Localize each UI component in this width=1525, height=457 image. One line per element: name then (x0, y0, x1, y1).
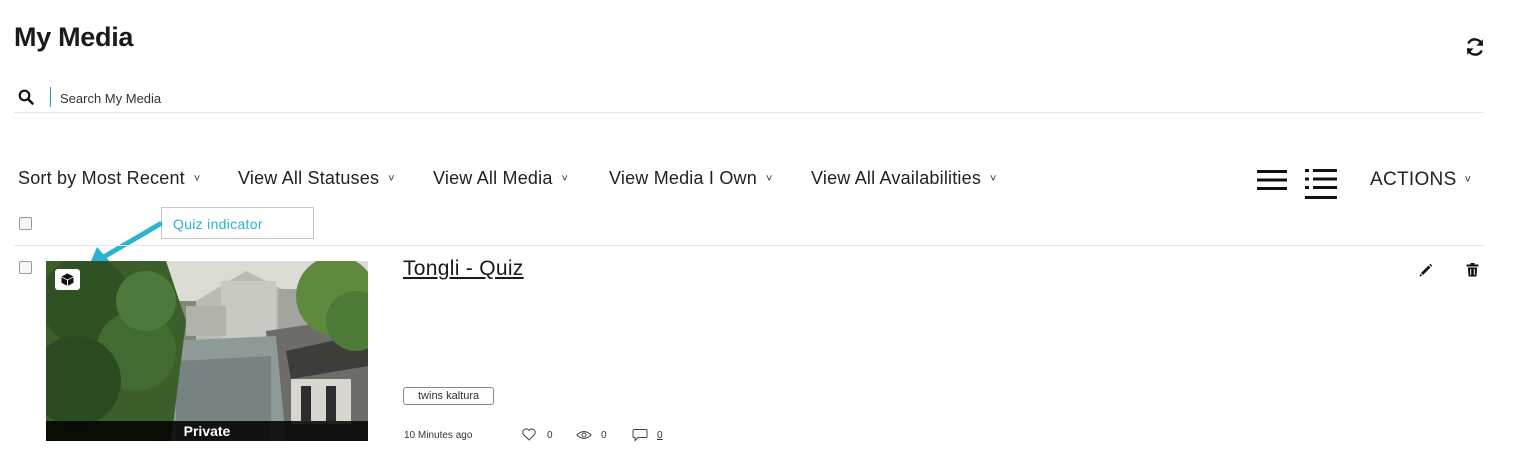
chevron-down-icon: ˅ (1464, 174, 1472, 186)
comments-count-link[interactable]: 0 (657, 430, 663, 441)
chevron-down-icon: ˅ (193, 173, 201, 185)
media-thumbnail[interactable]: Private (46, 261, 368, 441)
detailed-list-view-icon[interactable] (1304, 168, 1338, 200)
thumbnail-image (46, 261, 368, 441)
media-type-filter-dropdown[interactable]: View All Media ˅ (433, 168, 568, 189)
quiz-cube-icon (61, 273, 74, 286)
upload-time: 10 Minutes ago (404, 430, 473, 441)
status-filter-dropdown[interactable]: View All Statuses ˅ (238, 168, 395, 189)
status-badge: Private (46, 421, 368, 441)
media-title-link[interactable]: Tongli - Quiz (403, 257, 524, 281)
sort-dropdown-label: Sort by Most Recent (18, 168, 185, 188)
availability-filter-dropdown[interactable]: View All Availabilities ˅ (811, 168, 997, 189)
chevron-down-icon: ˅ (990, 173, 997, 185)
actions-menu[interactable]: ACTIONS ˅ (1370, 169, 1471, 191)
search-input[interactable] (60, 87, 960, 109)
availability-filter-label: View All Availabilities (811, 168, 982, 188)
chevron-down-icon: ˅ (765, 173, 773, 185)
actions-menu-label: ACTIONS (1370, 169, 1457, 190)
tag-chip[interactable]: twins kaltura (403, 387, 495, 405)
search-icon[interactable] (18, 89, 34, 105)
sort-dropdown[interactable]: Sort by Most Recent ˅ (18, 168, 201, 189)
eye-icon (576, 431, 592, 439)
owner-filter-dropdown[interactable]: View Media I Own ˅ (609, 168, 773, 189)
edit-icon[interactable] (1419, 263, 1433, 277)
compact-list-view-icon[interactable] (1256, 169, 1288, 191)
heart-icon[interactable] (522, 428, 536, 441)
refresh-icon[interactable] (1464, 36, 1486, 58)
views-count: 0 (601, 430, 607, 441)
likes-count: 0 (547, 430, 553, 441)
row-divider (14, 245, 1484, 246)
status-filter-label: View All Statuses (238, 168, 380, 188)
quiz-badge (55, 269, 80, 290)
quiz-indicator-callout: Quiz indicator (161, 207, 314, 239)
search-divider (50, 87, 51, 107)
delete-icon[interactable] (1466, 263, 1479, 277)
chevron-down-icon: ˅ (561, 173, 569, 185)
page-title: My Media (14, 22, 134, 52)
select-all-checkbox[interactable] (19, 217, 32, 230)
row-select-checkbox[interactable] (19, 261, 32, 274)
comment-icon[interactable] (632, 428, 648, 442)
owner-filter-label: View Media I Own (609, 168, 757, 188)
search-bar (14, 84, 1484, 113)
media-type-filter-label: View All Media (433, 168, 553, 188)
chevron-down-icon: ˅ (388, 173, 395, 185)
